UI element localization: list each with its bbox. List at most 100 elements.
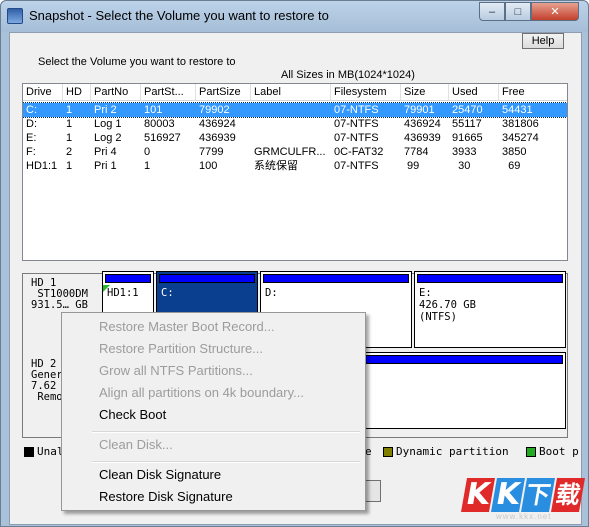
cell-label: 系统保留 — [254, 160, 298, 172]
partition-usage-bar — [105, 274, 151, 283]
col-header-partstart[interactable]: PartSt... — [141, 84, 196, 101]
cell-size: 7784 — [404, 146, 429, 158]
volume-list-header: Drive HD PartNo PartSt... PartSize Label… — [23, 84, 567, 101]
cell-filesystem: 07-NTFS — [334, 160, 379, 172]
cell-drive: F: — [26, 146, 36, 158]
cell-label — [251, 131, 254, 145]
legend-boot-text: Boot p — [539, 445, 579, 458]
dialog-button[interactable] — [365, 480, 381, 502]
cell-partstart: 80003 — [144, 118, 175, 130]
cell-free: 345274 — [502, 132, 539, 144]
sizes-note: All Sizes in MB(1024*1024) — [281, 69, 415, 81]
minimize-button[interactable]: – — [479, 2, 505, 21]
cell-partsize: 436939 — [199, 132, 236, 144]
cell-partsize: 7799 — [199, 146, 224, 158]
volume-row-e[interactable]: E: 1 Log 2 516927 436939 07-NTFS 436939 … — [23, 131, 567, 145]
cell-hd: 1 — [66, 160, 73, 172]
cell-used: 25470 — [452, 104, 483, 116]
close-button[interactable]: ✕ — [531, 2, 579, 21]
window-title: Snapshot - Select the Volume you want to… — [29, 8, 329, 23]
menu-grow-ntfs[interactable]: Grow all NTFS Partitions... — [99, 363, 253, 378]
menu-restore-disk-signature[interactable]: Restore Disk Signature — [99, 489, 233, 504]
cell-partstart: 1 — [144, 160, 151, 172]
col-header-size[interactable]: Size — [401, 84, 449, 101]
cell-filesystem: 0C-FAT32 — [334, 146, 384, 158]
cell-partstart: 101 — [144, 104, 163, 116]
cell-partsize: 79902 — [199, 104, 230, 116]
cell-size: 99 — [404, 160, 420, 172]
menu-clean-disk-signature[interactable]: Clean Disk Signature — [99, 467, 221, 482]
legend-unallocated: Unal — [24, 445, 64, 458]
boot-swatch — [526, 446, 536, 457]
cell-partstart: 0 — [144, 146, 151, 158]
maximize-button[interactable]: □ — [505, 2, 531, 21]
col-header-used[interactable]: Used — [449, 84, 499, 101]
watermark-letter: K — [461, 477, 495, 512]
cell-hd: 1 — [66, 104, 73, 116]
col-header-free[interactable]: Free — [499, 84, 567, 101]
title-bar: Snapshot - Select the Volume you want to… — [1, 1, 588, 32]
cell-hd: 1 — [66, 118, 73, 130]
cell-partstart: 516927 — [144, 132, 181, 144]
partition-usage-bar — [417, 274, 563, 283]
app-icon — [7, 8, 23, 24]
cell-free: 3850 — [502, 146, 527, 158]
menu-align-4k[interactable]: Align all partitions on 4k boundary... — [99, 385, 304, 400]
cell-partsize: 436924 — [199, 118, 236, 130]
menu-check-boot[interactable]: Check Boot — [99, 407, 166, 422]
volume-list[interactable]: Drive HD PartNo PartSt... PartSize Label… — [22, 83, 568, 261]
cell-partno: Pri 4 — [94, 146, 117, 158]
cell-filesystem: 07-NTFS — [334, 118, 379, 130]
unallocated-swatch — [24, 446, 34, 457]
cell-partno: Pri 1 — [94, 160, 117, 172]
menu-restore-mbr[interactable]: Restore Master Boot Record... — [99, 319, 275, 334]
partition-label: D: — [265, 287, 278, 299]
partition-label: C: — [161, 287, 174, 299]
menu-separator — [92, 431, 360, 433]
col-header-hd[interactable]: HD — [63, 84, 91, 101]
col-header-label[interactable]: Label — [251, 84, 331, 101]
cell-hd: 2 — [66, 146, 73, 158]
cell-hd: 1 — [66, 132, 73, 144]
cell-size: 436924 — [404, 118, 441, 130]
volume-row-d[interactable]: D: 1 Log 1 80003 436924 07-NTFS 436924 5… — [23, 117, 567, 131]
legend-dynamic: Dynamic partition — [383, 445, 509, 458]
cell-partno: Pri 2 — [94, 104, 117, 116]
help-button[interactable]: Help — [522, 33, 564, 49]
cell-drive: D: — [26, 118, 37, 130]
volume-row-c[interactable]: C: 1 Pri 2 101 79902 07-NTFS 79901 25470… — [23, 102, 567, 118]
col-header-filesystem[interactable]: Filesystem — [331, 84, 401, 101]
legend-unallocated-text: Unal — [37, 445, 64, 458]
legend-boot: Boot p — [526, 445, 579, 458]
menu-clean-disk[interactable]: Clean Disk... — [99, 437, 173, 452]
cell-size: 79901 — [404, 104, 435, 116]
cell-size: 436939 — [404, 132, 441, 144]
cell-partno: Log 2 — [94, 132, 122, 144]
cell-label — [251, 103, 254, 117]
col-header-partsize[interactable]: PartSize — [196, 84, 251, 101]
watermark-url: www.kkx.net — [496, 512, 552, 521]
cell-used: 55117 — [452, 118, 482, 130]
cell-filesystem: 07-NTFS — [334, 104, 379, 116]
dynamic-swatch — [383, 446, 393, 457]
partition-label: HD1:1 — [107, 287, 139, 299]
cell-free: 54431 — [502, 104, 533, 116]
legend-dynamic-text: Dynamic partition — [396, 445, 509, 458]
cell-free: 69 — [502, 160, 521, 172]
menu-separator — [92, 461, 360, 463]
col-header-drive[interactable]: Drive — [23, 84, 63, 101]
menu-restore-partition-structure[interactable]: Restore Partition Structure... — [99, 341, 263, 356]
partition-usage-bar — [159, 274, 255, 283]
context-menu: Restore Master Boot Record... Restore Pa… — [61, 312, 366, 511]
cell-partsize: 100 — [199, 160, 218, 172]
cell-used: 3933 — [452, 146, 477, 158]
watermark-letter: 载 — [551, 478, 585, 512]
partition-e[interactable]: E: 426.70 GB (NTFS) — [414, 271, 566, 348]
volume-row-f[interactable]: F: 2 Pri 4 0 7799 GRMCULFR... 0C-FAT32 7… — [23, 145, 567, 159]
partition-usage-bar — [263, 274, 409, 283]
volume-row-hd1-1[interactable]: HD1:1 1 Pri 1 1 100 系统保留 07-NTFS 99 30 6… — [23, 159, 567, 173]
cell-label: GRMCULFR... — [254, 146, 326, 158]
watermark: K K 下 载 www.kkx.net — [461, 477, 585, 524]
partition-label: E: 426.70 GB (NTFS) — [419, 287, 476, 323]
col-header-partno[interactable]: PartNo — [91, 84, 141, 101]
